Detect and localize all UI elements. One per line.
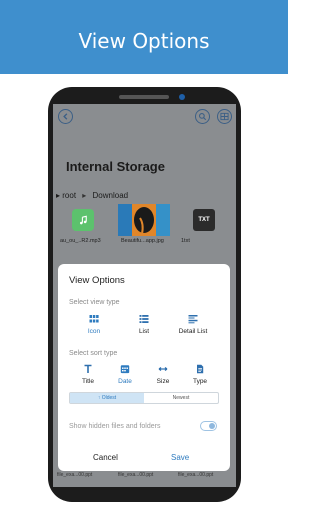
grid-icon [89, 315, 99, 323]
banner-title: View Options [78, 29, 210, 53]
dialog-title: View Options [69, 275, 125, 286]
title-icon [84, 364, 92, 373]
calendar-icon [120, 365, 130, 374]
storage-title: Internal Storage [66, 159, 165, 174]
breadcrumb-arrow-icon: ▸ [56, 191, 61, 200]
cancel-button[interactable]: Cancel [93, 453, 118, 462]
switch-knob [209, 423, 215, 429]
image-thumbnail [118, 204, 170, 236]
file-name: au_ou_..R2.mp3 [60, 238, 101, 244]
sort-label-type: Type [192, 378, 208, 385]
file-name: file_exa...00.ppt [178, 472, 214, 478]
size-icon [158, 367, 168, 371]
phone-speaker [119, 95, 169, 99]
view-type-label-detail-list: Detail List [178, 328, 208, 335]
file-name: Beautifu...app.jpg [121, 238, 164, 244]
file-item[interactable]: TXT 1txt [178, 204, 230, 244]
back-icon[interactable] [58, 109, 73, 124]
phone-camera [179, 94, 185, 100]
breadcrumb-item-download[interactable]: Download [93, 191, 129, 200]
file-name: file_exa...00.ppt [118, 472, 154, 478]
sort-type-option[interactable]: Type [178, 364, 222, 385]
breadcrumb: ▸ root ▸ Download [56, 191, 128, 200]
file-type-icon [197, 364, 204, 374]
view-type-label-icon: Icon [87, 328, 101, 335]
list-icon [139, 315, 149, 323]
file-item[interactable]: Beautifu...app.jpg [118, 204, 170, 244]
detail-list-icon [188, 315, 198, 324]
sort-order-toggle: ↑ Oldest Newest [69, 392, 219, 404]
file-name: file_exa...00.ppt [57, 472, 93, 478]
promo-banner: View Options [0, 0, 288, 74]
file-thumbnail [118, 204, 170, 236]
sort-type-label: Select sort type [69, 350, 118, 357]
file-thumbnail [57, 204, 109, 236]
view-type-label-list: List [138, 328, 150, 335]
file-name: 1txt [181, 238, 190, 244]
txt-icon: TXT [193, 209, 215, 231]
view-type-icon-option[interactable]: Icon [72, 314, 116, 335]
music-icon [72, 209, 94, 231]
file-item[interactable]: au_ou_..R2.mp3 [57, 204, 109, 244]
search-icon[interactable] [195, 109, 210, 124]
hidden-files-switch[interactable] [200, 421, 217, 431]
breadcrumb-item-root[interactable]: root [62, 191, 76, 200]
view-options-dialog: View Options Select view type Icon List … [58, 264, 230, 471]
file-thumbnail: TXT [178, 204, 230, 236]
sort-oldest-button[interactable]: ↑ Oldest [70, 393, 144, 403]
view-type-label: Select view type [69, 299, 120, 306]
view-options-icon[interactable] [217, 109, 232, 124]
view-type-list-option[interactable]: List [122, 314, 166, 335]
view-type-detail-list-option[interactable]: Detail List [171, 314, 215, 335]
sort-newest-button[interactable]: Newest [144, 393, 218, 403]
save-button[interactable]: Save [171, 453, 189, 462]
breadcrumb-separator-icon: ▸ [82, 191, 87, 200]
hidden-files-label: Show hidden files and folders [69, 423, 161, 430]
